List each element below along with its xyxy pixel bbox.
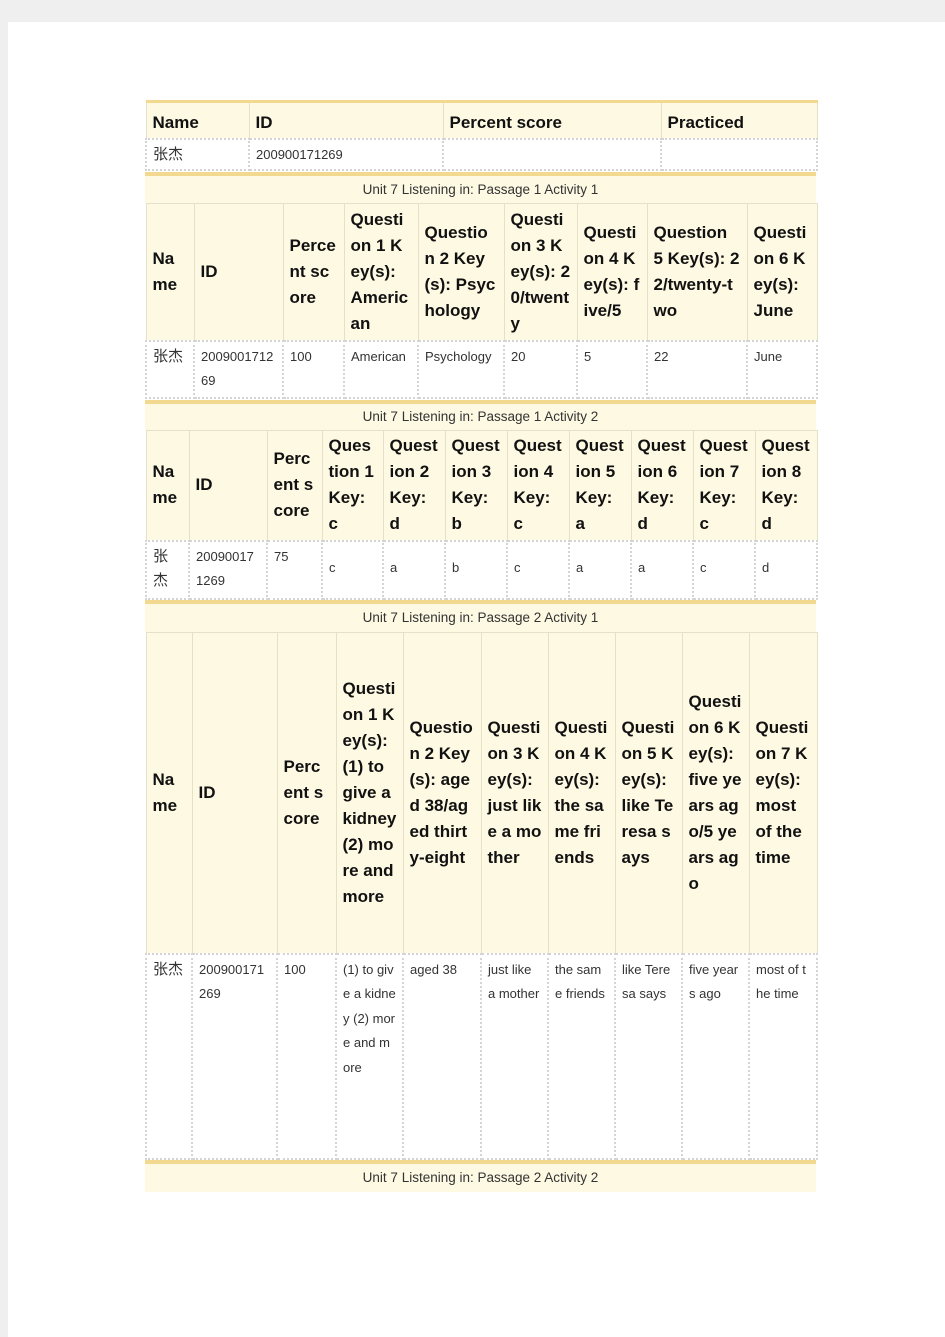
table-cell: 张杰 [145,539,190,600]
table-cell: just like a mother [480,952,549,1160]
table-cell: 张杰 [145,339,195,399]
table-cell: American [343,339,419,399]
header-practiced: Practiced [660,100,818,139]
header-id: ID [248,100,444,139]
column-header: Question 4 Key(s): five/5 [576,203,648,341]
column-header: Question 5 Key: a [568,430,632,541]
table-cell: 20 [503,339,578,399]
table-cell: a [568,539,632,600]
activity-table-p2-a2: Unit 7 Listening in: Passage 2 Activity … [145,1160,816,1192]
column-header: Question 5 Key(s): like Teresa says [614,632,683,954]
cell-practiced [660,137,818,171]
column-header: Question 4 Key(s): the same friends [547,632,616,954]
table-cell: 100 [276,952,337,1160]
table-row: 张杰 200900171269 100 American Psychology 20 5 22… [145,339,818,399]
column-header: Percent score [266,430,323,541]
table-cell: like Teresa says [614,952,683,1160]
table-cell: c [692,539,756,600]
column-header: Question 6 Key: d [630,430,694,541]
table-cell: 75 [266,539,323,600]
cell-id: 200900171269 [248,137,444,171]
table-row: 张杰 200900171269 100 (1) to give a kidney (2… [145,952,818,1160]
column-header: Question 2 Key(s): Psychology [417,203,505,341]
column-header: Question 2 Key: d [382,430,446,541]
column-header: Name [145,632,193,954]
column-header: Question 6 Key(s): five years ago/5 year… [681,632,750,954]
header-percent-score: Percent score [442,100,662,139]
table-cell: 22 [646,339,748,399]
activity-caption: Unit 7 Listening in: Passage 2 Activity … [145,600,816,632]
table-cell: b [444,539,508,600]
table-cell: a [630,539,694,600]
table-cell: c [321,539,384,600]
column-header: Question 3 Key(s): 20/twenty [503,203,578,341]
activity-caption: Unit 7 Listening in: Passage 1 Activity … [145,172,816,203]
column-header: Percent score [276,632,337,954]
column-header: Question 8 Key: d [754,430,818,541]
column-header: Question 3 Key: b [444,430,508,541]
table-cell: five years ago [681,952,750,1160]
column-header: Name [145,203,195,341]
table-cell: most of the time [748,952,818,1160]
table-cell: a [382,539,446,600]
column-header: ID [188,430,268,541]
cell-name: 张杰 [145,137,250,171]
activity-table-p1-a1: Unit 7 Listening in: Passage 1 Activity … [145,172,818,399]
cell-percent-score [442,137,662,171]
table-row: 张杰 200900171269 75 c a b c a a c d [145,539,818,600]
column-header: Percent score [282,203,345,341]
column-header: Question 2 Key(s): aged 38/aged thirty-e… [402,632,482,954]
activity-caption: Unit 7 Listening in: Passage 2 Activity … [145,1160,816,1192]
table-cell: 200900171269 [193,339,284,399]
column-header: Question 7 Key: c [692,430,756,541]
column-header: Question 1 Key(s): (1) to give a kidney … [335,632,404,954]
table-cell: the same friends [547,952,616,1160]
column-header: Question 1 Key: c [321,430,384,541]
table-cell: 张杰 [145,952,193,1160]
table-cell: 200900171269 [188,539,268,600]
column-header: Question 7 Key(s): most of the time [748,632,818,954]
column-header: ID [191,632,278,954]
table-cell: c [506,539,570,600]
column-header: Question 6 Key(s): June [746,203,818,341]
activity-table-p1-a2: Unit 7 Listening in: Passage 1 Activity … [145,400,818,600]
summary-table: Name ID Percent score Practiced 张杰 20090… [145,100,818,171]
table-cell: d [754,539,818,600]
table-cell: 200900171269 [191,952,278,1160]
table-cell: (1) to give a kidney (2) more and more [335,952,404,1160]
column-header: Question 5 Key(s): 22/twenty-two [646,203,748,341]
header-name: Name [145,100,250,139]
column-header: Question 1 Key(s): American [343,203,419,341]
column-header: Question 3 Key(s): just like a mother [480,632,549,954]
table-cell: Psychology [417,339,505,399]
activity-table-p2-a1: Unit 7 Listening in: Passage 2 Activity … [145,600,818,1160]
column-header: Question 4 Key: c [506,430,570,541]
table-cell: June [746,339,818,399]
table-cell: 100 [282,339,345,399]
table-cell: aged 38 [402,952,482,1160]
column-header: Name [145,430,190,541]
activity-caption: Unit 7 Listening in: Passage 1 Activity … [145,400,816,430]
table-cell: 5 [576,339,648,399]
column-header: ID [193,203,284,341]
